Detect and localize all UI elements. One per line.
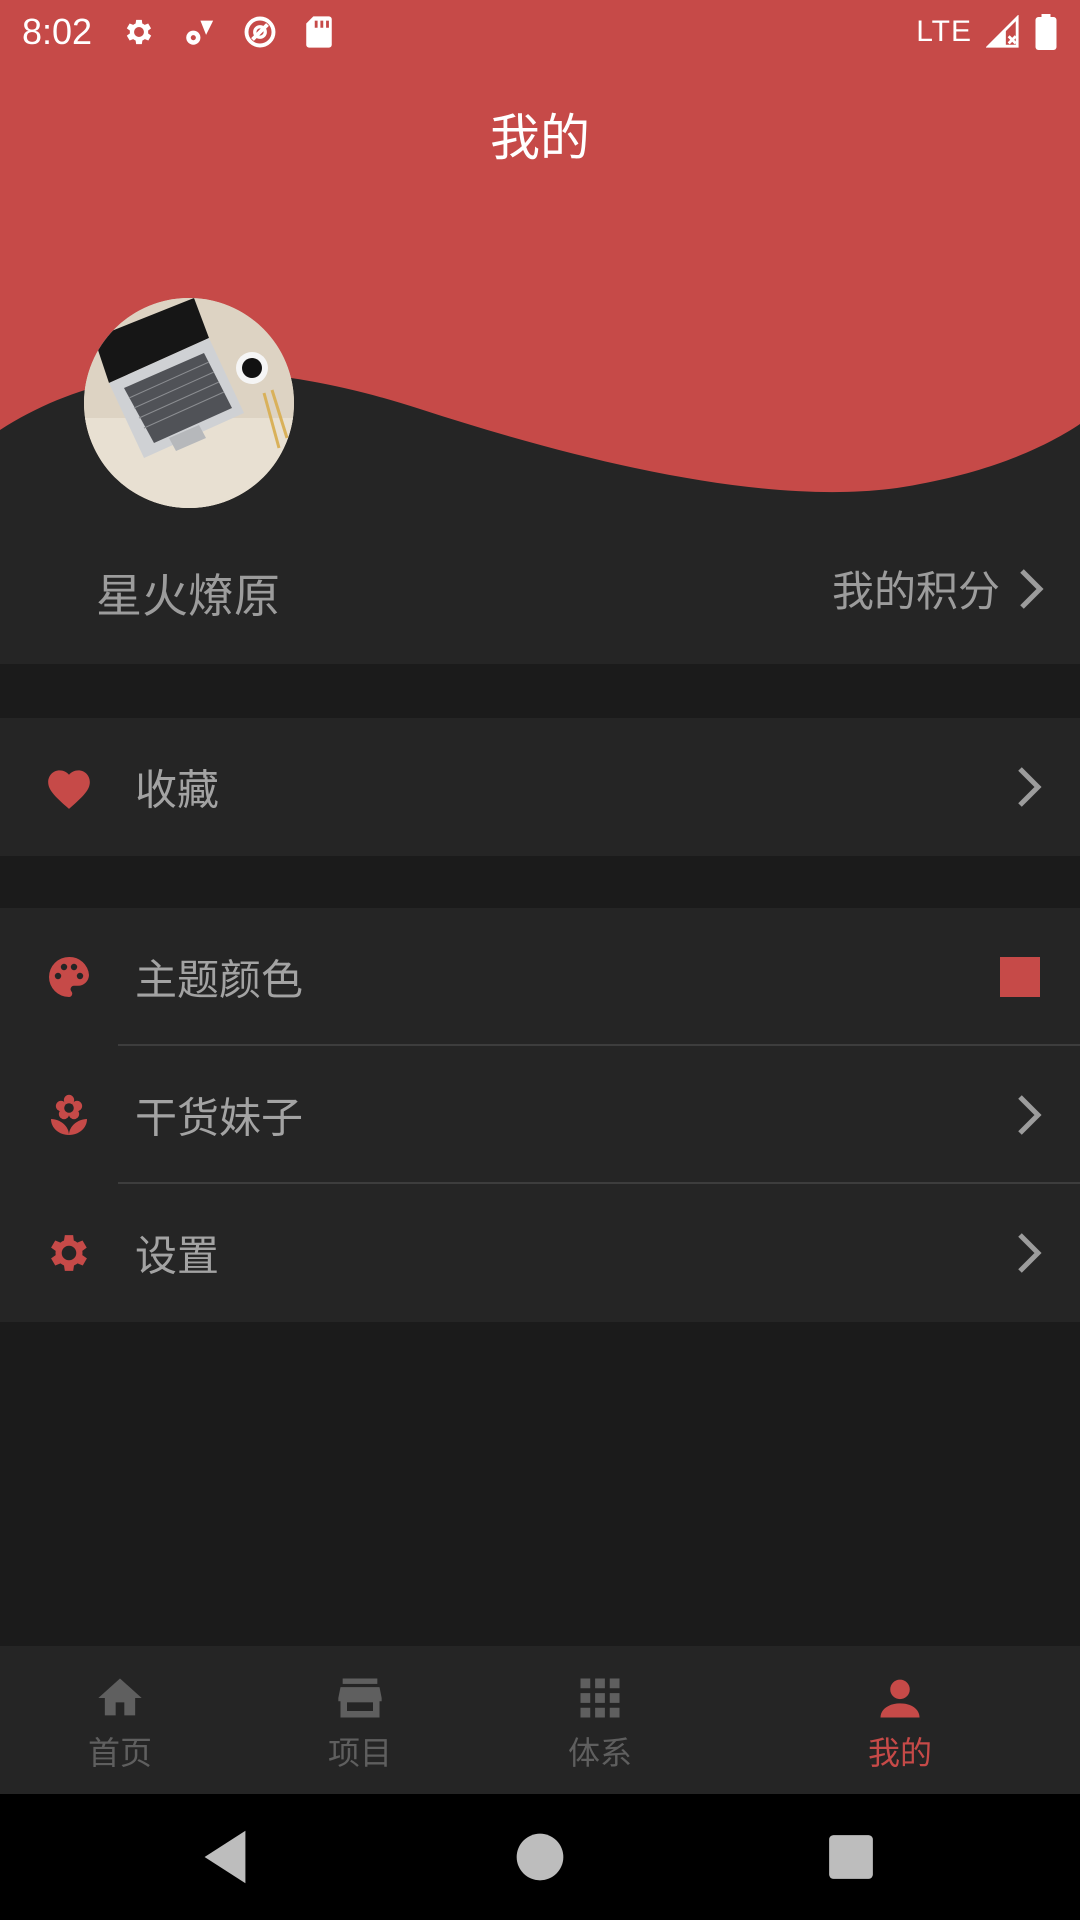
nav-projects[interactable]: 项目 xyxy=(260,1646,460,1794)
settings-label: 设置 xyxy=(135,1231,220,1281)
theme-color-swatch xyxy=(1000,957,1040,997)
theme-color-row[interactable]: 主题颜色 xyxy=(0,908,1080,1046)
nav-system-label: 体系 xyxy=(567,1734,632,1772)
palette-icon xyxy=(44,952,94,1002)
gear-icon xyxy=(44,1228,94,1278)
back-icon[interactable] xyxy=(190,1822,260,1892)
chevron-right-icon xyxy=(1018,767,1042,807)
page-title: 我的 xyxy=(490,109,590,167)
home-circle-icon[interactable] xyxy=(505,1822,575,1892)
store-icon xyxy=(338,1678,382,1718)
heart-icon xyxy=(44,762,94,812)
username: 星火燎原 xyxy=(96,569,280,623)
recents-icon[interactable] xyxy=(816,1822,886,1892)
nav-mine[interactable]: 我的 xyxy=(800,1646,1000,1794)
chevron-right-icon xyxy=(1018,1095,1042,1135)
network-type: LTE xyxy=(916,15,972,48)
avatar[interactable] xyxy=(84,298,294,508)
nav-mine-label: 我的 xyxy=(867,1734,932,1772)
system-nav-bar xyxy=(0,1794,1080,1920)
home-icon xyxy=(98,1678,142,1716)
battery-icon xyxy=(1035,14,1057,50)
nav-home[interactable]: 首页 xyxy=(20,1646,220,1794)
bottom-nav: 首页 项目 体系 我的 xyxy=(0,1646,1080,1794)
status-bar: 8:02 LTE xyxy=(0,0,1080,64)
status-icons xyxy=(122,14,334,50)
sd-card-icon xyxy=(306,16,332,48)
nav-home-label: 首页 xyxy=(87,1734,152,1772)
fan-icon xyxy=(186,20,214,45)
nav-projects-label: 项目 xyxy=(327,1734,392,1772)
my-points-link[interactable]: 我的积分 xyxy=(832,558,1044,619)
status-right: LTE xyxy=(916,14,1058,50)
girls-label: 干货妹子 xyxy=(135,1093,304,1143)
options-section: 主题颜色 干货妹子 设置 xyxy=(0,908,1080,1322)
theme-color-label: 主题颜色 xyxy=(135,955,304,1005)
status-time: 8:02 xyxy=(22,11,93,52)
favorites-section: 收藏 xyxy=(0,718,1080,856)
chevron-right-icon xyxy=(1018,1233,1042,1273)
data-saver-icon xyxy=(244,16,276,48)
avatar-image xyxy=(84,298,294,508)
points-label: 我的积分 xyxy=(831,567,1000,616)
favorites-row[interactable]: 收藏 xyxy=(0,718,1080,856)
person-icon xyxy=(880,1679,920,1718)
girls-row[interactable]: 干货妹子 xyxy=(0,1046,1080,1184)
gear-icon xyxy=(126,19,152,45)
signal-icon xyxy=(986,15,1019,48)
nav-system[interactable]: 体系 xyxy=(500,1646,700,1794)
favorites-label: 收藏 xyxy=(135,765,220,815)
settings-row[interactable]: 设置 xyxy=(0,1184,1080,1322)
chevron-right-icon xyxy=(1020,568,1044,609)
flower-icon xyxy=(44,1090,94,1140)
grid-icon xyxy=(580,1678,620,1718)
